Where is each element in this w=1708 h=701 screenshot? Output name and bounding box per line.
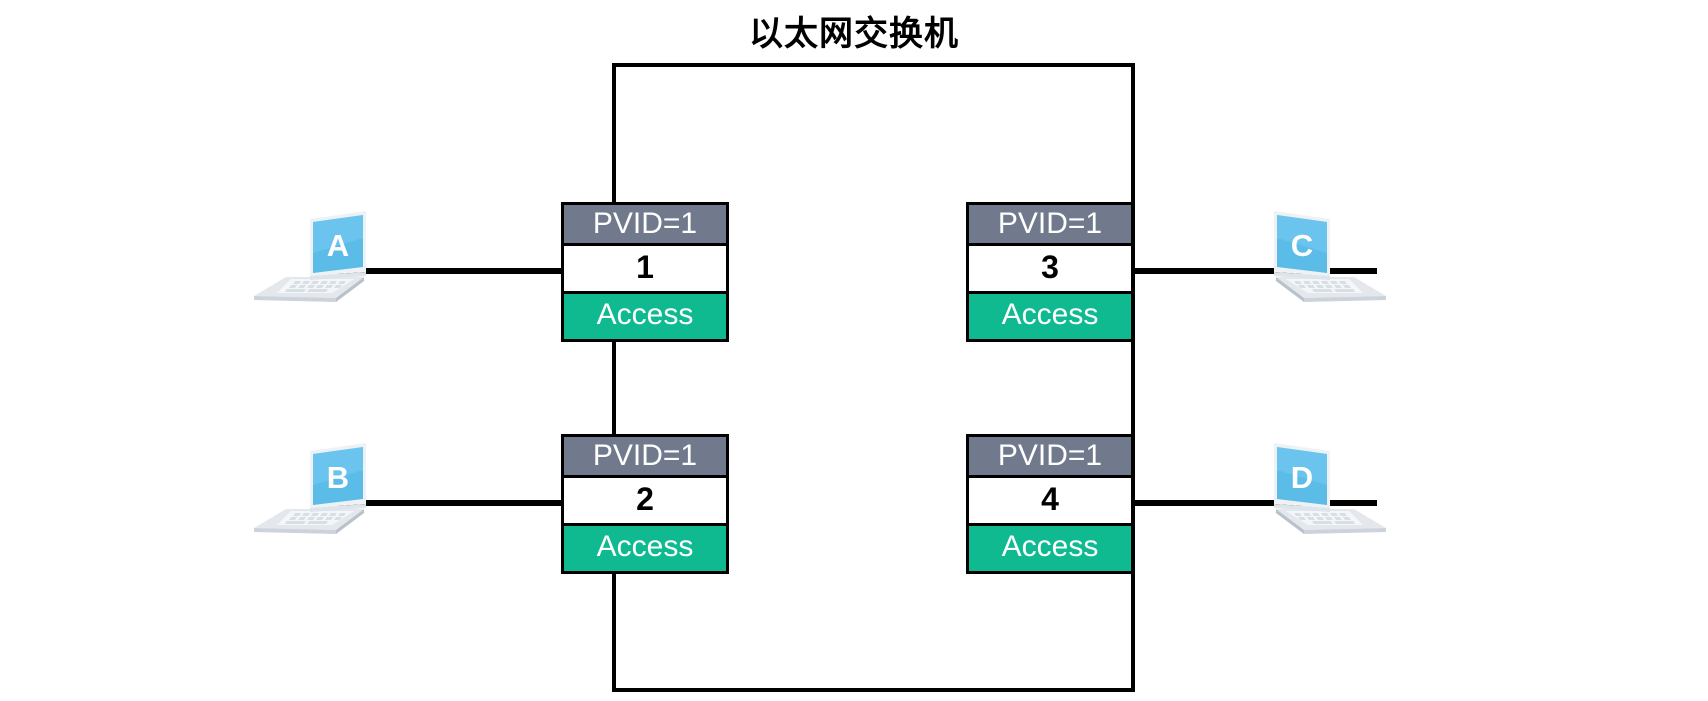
port-block-1[interactable]: PVID=1 1 Access bbox=[561, 202, 729, 342]
port-block-2[interactable]: PVID=1 2 Access bbox=[561, 434, 729, 574]
host-a-label: A bbox=[327, 228, 349, 263]
port-1-number: 1 bbox=[561, 246, 729, 294]
host-c-label: C bbox=[1291, 228, 1313, 263]
port-2-number: 2 bbox=[561, 478, 729, 526]
host-d-laptop-icon[interactable]: D bbox=[1272, 440, 1390, 540]
host-b-label: B bbox=[327, 460, 349, 495]
port-2-pvid-label: PVID=1 bbox=[561, 434, 729, 478]
port-4-pvid-label: PVID=1 bbox=[966, 434, 1134, 478]
network-topology-diagram: 以太网交换机 PVID=1 1 Access PVID=1 2 Access P… bbox=[0, 0, 1708, 701]
port-3-mode: Access bbox=[966, 294, 1134, 342]
port-2-mode: Access bbox=[561, 526, 729, 574]
host-d-label: D bbox=[1291, 460, 1313, 495]
port-block-4[interactable]: PVID=1 4 Access bbox=[966, 434, 1134, 574]
port-3-number: 3 bbox=[966, 246, 1134, 294]
port-3-pvid-label: PVID=1 bbox=[966, 202, 1134, 246]
page-title: 以太网交换机 bbox=[749, 15, 959, 53]
port-1-mode: Access bbox=[561, 294, 729, 342]
port-block-3[interactable]: PVID=1 3 Access bbox=[966, 202, 1134, 342]
port-1-pvid-label: PVID=1 bbox=[561, 202, 729, 246]
host-b-laptop-icon[interactable]: B bbox=[250, 440, 368, 540]
host-a-laptop-icon[interactable]: A bbox=[250, 208, 368, 308]
port-4-number: 4 bbox=[966, 478, 1134, 526]
port-4-mode: Access bbox=[966, 526, 1134, 574]
ethernet-switch-chassis bbox=[612, 63, 1135, 692]
host-c-laptop-icon[interactable]: C bbox=[1272, 208, 1390, 308]
